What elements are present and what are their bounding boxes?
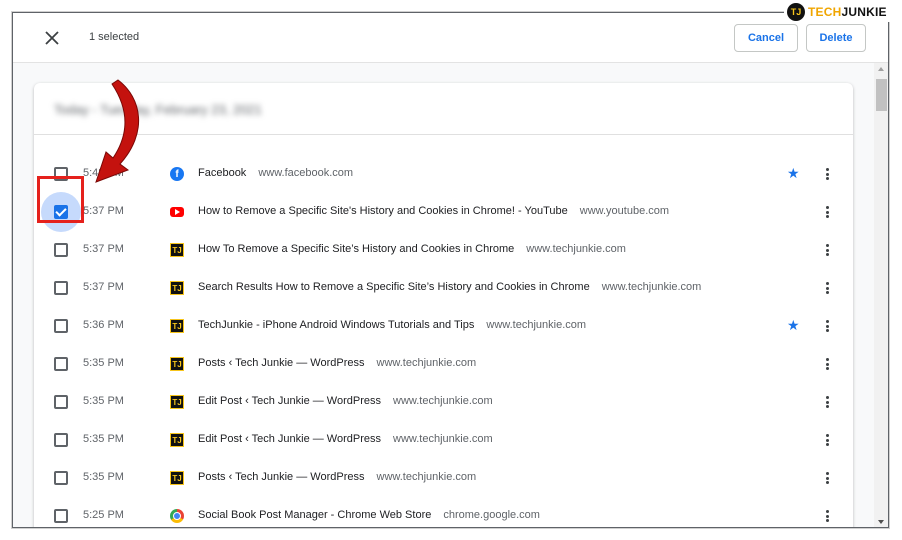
page-title-link[interactable]: Social Book Post Manager - Chrome Web St…: [198, 509, 540, 521]
page-title-link[interactable]: How To Remove a Specific Site’s History …: [198, 243, 626, 255]
history-row[interactable]: 5:35 PM TJ Posts ‹ Tech Junkie — WordPress…: [34, 345, 853, 383]
visit-time: 5:25 PM: [83, 509, 124, 521]
row-checkbox[interactable]: [54, 357, 68, 371]
more-actions-icon[interactable]: [822, 280, 832, 296]
techjunkie-icon: TJ: [170, 319, 184, 333]
more-actions-icon[interactable]: [822, 356, 832, 372]
history-row[interactable]: 5:35 PM TJ Edit Post ‹ Tech Junkie — WordP…: [34, 421, 853, 459]
visit-time: 5:37 PM: [83, 281, 124, 293]
page-domain: www.techjunkie.com: [376, 471, 477, 483]
more-actions-icon[interactable]: [822, 432, 832, 448]
row-checkbox[interactable]: [54, 281, 68, 295]
history-row[interactable]: 5:36 PM TJ TechJunkie - iPhone Android Win…: [34, 307, 853, 345]
more-actions-icon[interactable]: [822, 470, 832, 486]
more-actions-icon[interactable]: [822, 166, 832, 182]
history-row[interactable]: 5:35 PM TJ Posts ‹ Tech Junkie — WordPress…: [34, 459, 853, 497]
techjunkie-icon: TJ: [170, 471, 184, 485]
annotation-highlight-box: [37, 176, 84, 223]
history-row[interactable]: 5:35 PM TJ Edit Post ‹ Tech Junkie — WordP…: [34, 383, 853, 421]
page-domain: www.techjunkie.com: [393, 395, 493, 407]
delete-button[interactable]: Delete: [806, 24, 866, 52]
bookmark-star-icon[interactable]: ★: [787, 318, 800, 332]
visit-time: 5:35 PM: [83, 433, 124, 445]
page-title-text[interactable]: Edit Post ‹ Tech Junkie — WordPress: [198, 395, 381, 407]
techjunkie-logo-mark: TJ: [787, 3, 805, 21]
page-domain: www.techjunkie.com: [526, 243, 626, 255]
techjunkie-icon: TJ: [170, 243, 184, 257]
history-row[interactable]: 5:25 PM Social Book Post Manager - Chrome…: [34, 497, 853, 527]
page-title-link[interactable]: Posts ‹ Tech Junkie — WordPress www.techj…: [198, 357, 476, 369]
page-title-text[interactable]: How To Remove a Specific Site’s History …: [198, 243, 514, 255]
page-title-text[interactable]: Facebook: [198, 167, 246, 179]
techjunkie-logo-text: TECHJUNKIE: [808, 5, 887, 19]
annotation-arrow-icon: [95, 79, 140, 183]
page-title-link[interactable]: How to Remove a Specific Site's History …: [198, 205, 669, 217]
page-title-text[interactable]: TechJunkie - iPhone Android Windows Tuto…: [198, 319, 474, 331]
more-actions-icon[interactable]: [822, 242, 832, 258]
techjunkie-icon: TJ: [170, 357, 184, 371]
page-title-text[interactable]: Posts ‹ Tech Junkie — WordPress: [198, 357, 365, 369]
visit-time: 5:37 PM: [83, 205, 124, 217]
page-title-text[interactable]: Edit Post ‹ Tech Junkie — WordPress: [198, 433, 381, 445]
page-domain: www.techjunkie.com: [601, 281, 702, 293]
visit-time: 5:35 PM: [83, 471, 124, 483]
page-title-link[interactable]: Edit Post ‹ Tech Junkie — WordPress www.t…: [198, 433, 493, 445]
row-checkbox[interactable]: [54, 395, 68, 409]
youtube-icon: [170, 207, 184, 217]
visit-time: 5:37 PM: [83, 243, 124, 255]
more-actions-icon[interactable]: [822, 508, 832, 524]
facebook-icon: f: [170, 167, 184, 181]
page-domain: www.facebook.com: [258, 167, 354, 179]
history-row[interactable]: 5:37 PM TJ How To Remove a Specific Site’s…: [34, 231, 853, 269]
page-domain: www.techjunkie.com: [393, 433, 493, 445]
scroll-up-arrow-icon[interactable]: [878, 67, 884, 71]
scroll-thumb[interactable]: [876, 79, 887, 111]
page-title-link[interactable]: Facebook www.facebook.com: [198, 167, 353, 179]
cancel-button[interactable]: Cancel: [734, 24, 798, 52]
page-title-link[interactable]: Edit Post ‹ Tech Junkie — WordPress www.t…: [198, 395, 493, 407]
page-title-link[interactable]: Search Results How to Remove a Specific …: [198, 281, 701, 293]
bookmark-star-icon[interactable]: ★: [787, 166, 800, 180]
techjunkie-icon: TJ: [170, 281, 184, 295]
history-row[interactable]: 5:37 PM How to Remove a Specific Site's H…: [34, 192, 853, 232]
more-actions-icon[interactable]: [822, 318, 832, 334]
scroll-down-arrow-icon[interactable]: [878, 520, 884, 524]
row-checkbox[interactable]: [54, 471, 68, 485]
history-row[interactable]: 5:37 PM TJ Search Results How to Remove a …: [34, 269, 853, 307]
page-domain: www.techjunkie.com: [486, 319, 587, 331]
visit-time: 5:35 PM: [83, 357, 124, 369]
more-actions-icon[interactable]: [822, 394, 832, 410]
page-title-text[interactable]: Search Results How to Remove a Specific …: [198, 281, 590, 293]
visit-time: 5:35 PM: [83, 395, 124, 407]
row-checkbox[interactable]: [54, 319, 68, 333]
more-actions-icon[interactable]: [822, 204, 832, 220]
row-checkbox[interactable]: [54, 509, 68, 523]
page-title-link[interactable]: Posts ‹ Tech Junkie — WordPress www.techj…: [198, 471, 476, 483]
page-title-text[interactable]: How to Remove a Specific Site's History …: [198, 205, 568, 217]
page-domain: www.techjunkie.com: [376, 357, 477, 369]
row-checkbox[interactable]: [54, 243, 68, 257]
page-title-text[interactable]: Social Book Post Manager - Chrome Web St…: [198, 509, 431, 521]
page-title-text[interactable]: Posts ‹ Tech Junkie — WordPress: [198, 471, 365, 483]
close-icon[interactable]: [41, 27, 63, 49]
techjunkie-icon: TJ: [170, 433, 184, 447]
selected-count: 1 selected: [89, 31, 140, 43]
page-domain: chrome.google.com: [443, 509, 540, 521]
techjunkie-icon: TJ: [170, 395, 184, 409]
chrome-web-store-icon: [170, 509, 184, 523]
visit-time: 5:36 PM: [83, 319, 124, 331]
selection-toolbar: 1 selected Cancel Delete: [13, 13, 888, 63]
page-title-link[interactable]: TechJunkie - iPhone Android Windows Tuto…: [198, 319, 586, 331]
scrollbar[interactable]: [874, 63, 888, 527]
page-domain: www.youtube.com: [579, 205, 670, 217]
techjunkie-logo: TJ TECHJUNKIE: [784, 2, 890, 22]
row-checkbox[interactable]: [54, 433, 68, 447]
